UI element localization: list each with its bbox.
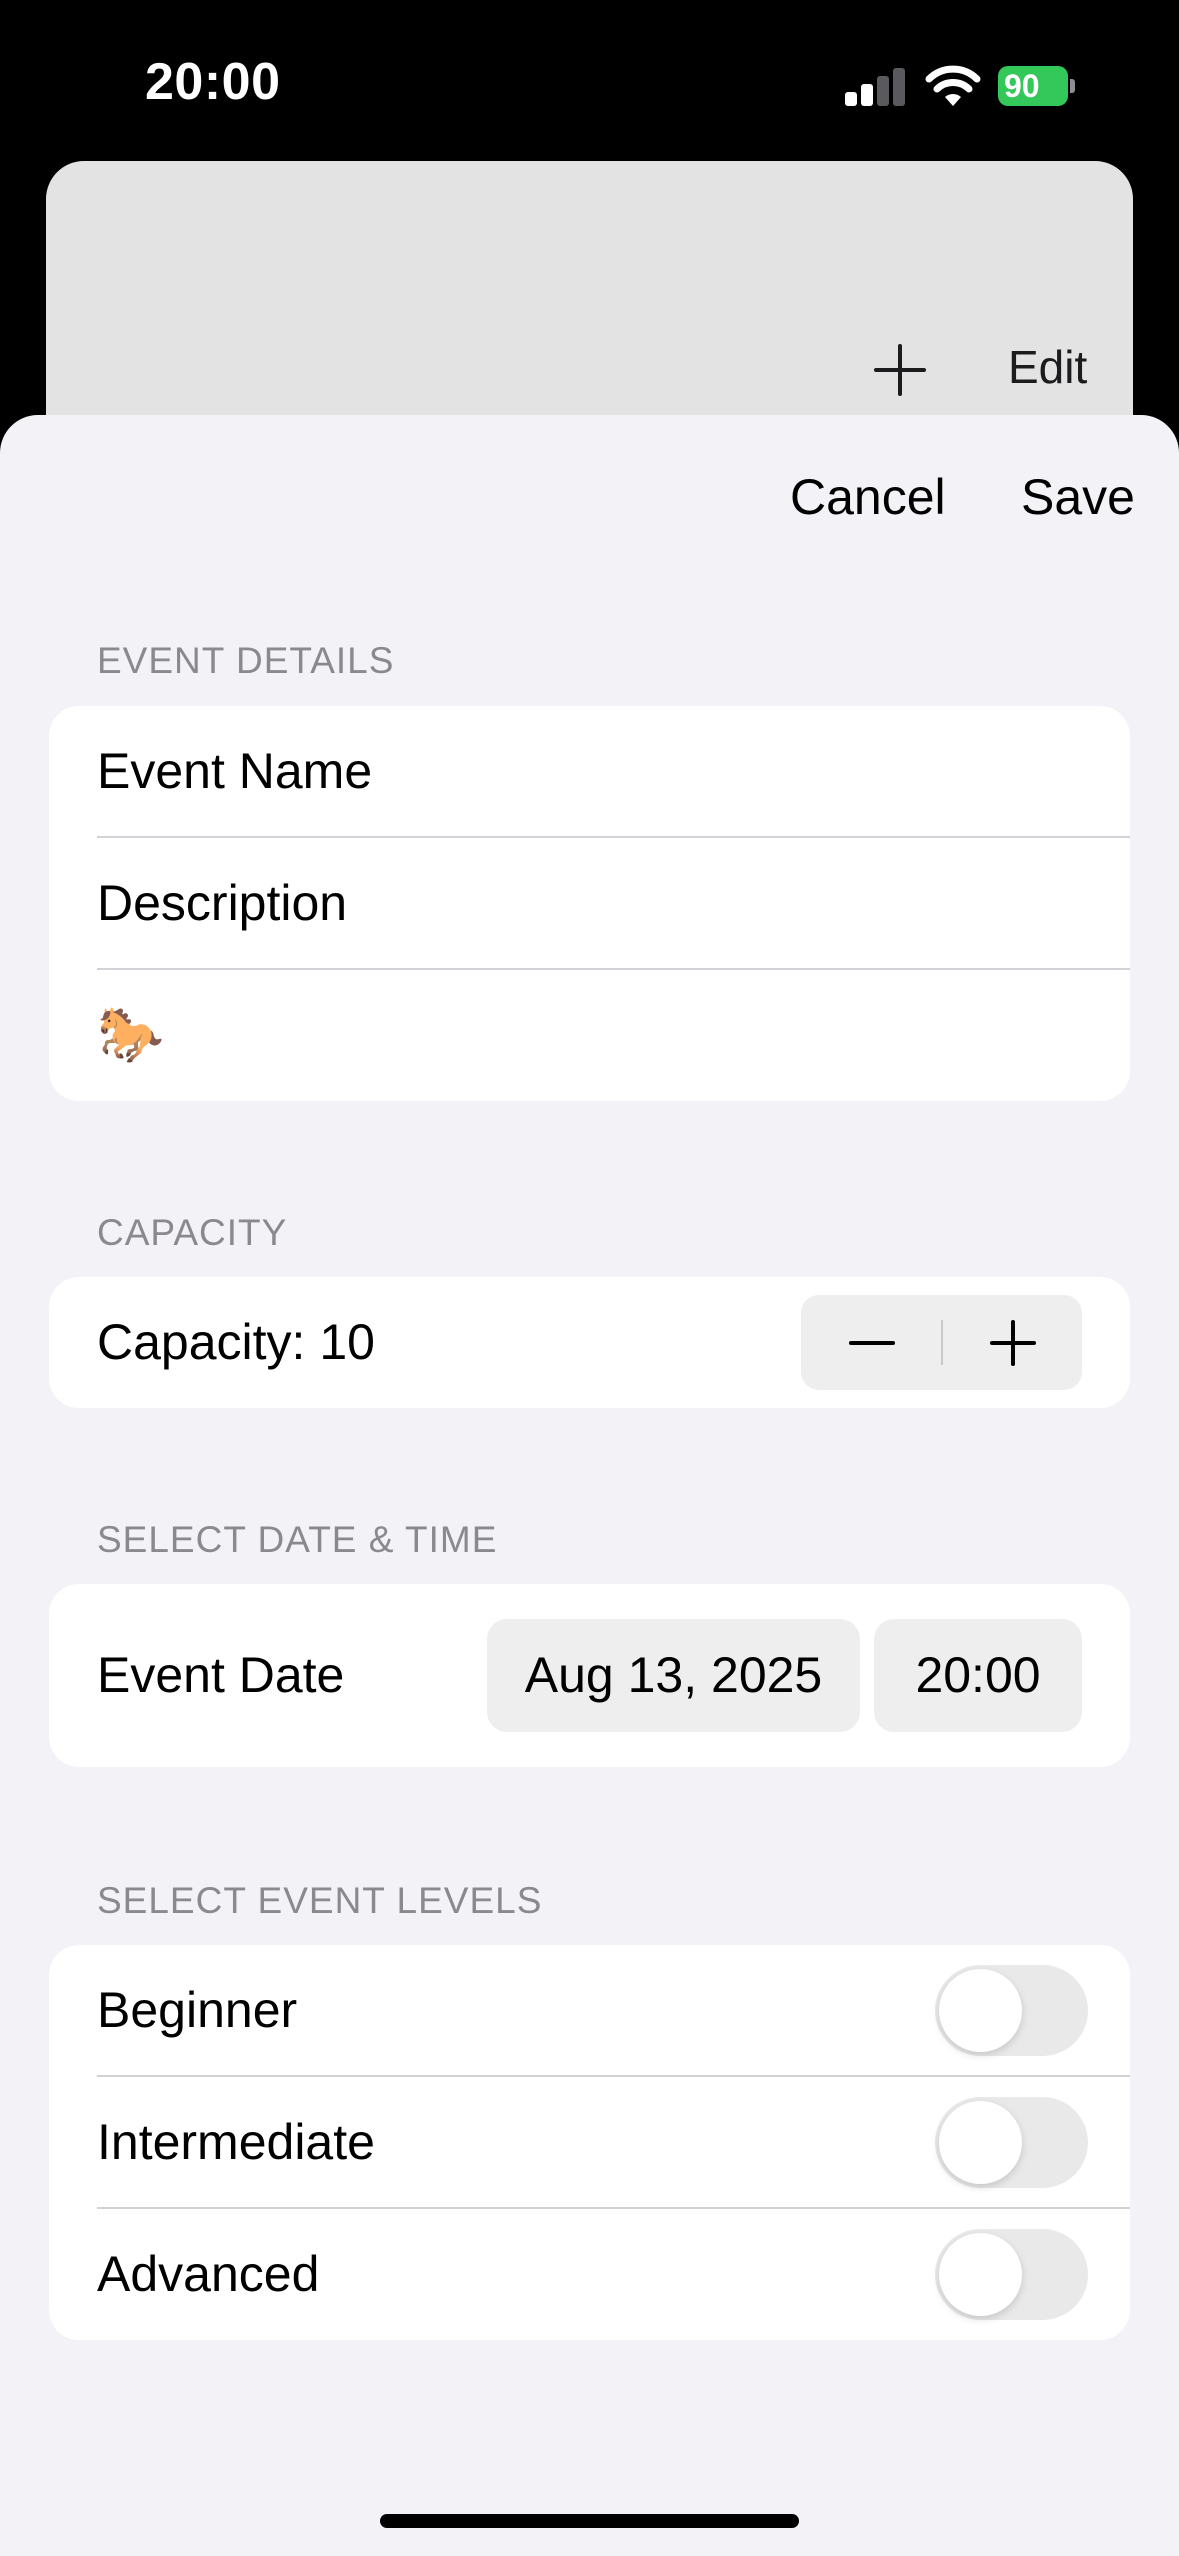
increment-button[interactable] bbox=[942, 1295, 1082, 1390]
beginner-toggle[interactable] bbox=[935, 1965, 1088, 2056]
level-row-advanced: Advanced bbox=[49, 2209, 1130, 2340]
description-placeholder: Description bbox=[97, 875, 348, 931]
intermediate-toggle[interactable] bbox=[935, 2097, 1088, 2188]
home-indicator[interactable] bbox=[380, 2514, 799, 2528]
battery-level: 90 bbox=[1004, 68, 1040, 104]
battery-icon: 90 bbox=[998, 66, 1075, 106]
plus-icon[interactable] bbox=[870, 340, 930, 400]
status-time: 20:00 bbox=[145, 53, 281, 111]
capacity-stepper[interactable] bbox=[801, 1295, 1082, 1390]
save-button[interactable]: Save bbox=[1021, 468, 1135, 526]
level-label: Advanced bbox=[97, 2246, 320, 2302]
section-header-event-details: EVENT DETAILS bbox=[97, 640, 395, 681]
event-name-field[interactable]: Event Name bbox=[49, 706, 1130, 837]
event-details-group: Event Name Description 🐎 bbox=[49, 706, 1130, 1101]
event-levels-group: Beginner Intermediate Advanced bbox=[49, 1945, 1130, 2340]
status-bar: 20:00 90 bbox=[0, 0, 1179, 160]
section-header-event-levels: SELECT EVENT LEVELS bbox=[97, 1880, 543, 1921]
level-row-intermediate: Intermediate bbox=[49, 2077, 1130, 2208]
level-label: Intermediate bbox=[97, 2114, 375, 2170]
capacity-label: Capacity: 10 bbox=[97, 1314, 375, 1370]
date-picker-button[interactable]: Aug 13, 2025 bbox=[487, 1619, 860, 1732]
time-picker-button[interactable]: 20:00 bbox=[874, 1619, 1082, 1732]
minus-icon bbox=[849, 1341, 895, 1345]
emoji-picker-row[interactable]: 🐎 bbox=[49, 970, 1130, 1101]
wifi-icon bbox=[925, 65, 981, 106]
capacity-group: Capacity: 10 bbox=[49, 1277, 1130, 1408]
section-header-date-time: SELECT DATE & TIME bbox=[97, 1519, 498, 1560]
decrement-button[interactable] bbox=[801, 1295, 941, 1390]
plus-icon bbox=[990, 1320, 1036, 1366]
date-time-group: Event Date Aug 13, 2025 20:00 bbox=[49, 1584, 1130, 1767]
cellular-signal-icon bbox=[845, 66, 905, 106]
capacity-row: Capacity: 10 bbox=[49, 1277, 1130, 1408]
horse-emoji: 🐎 bbox=[97, 1005, 165, 1065]
section-header-capacity: CAPACITY bbox=[97, 1212, 288, 1253]
cancel-button[interactable]: Cancel bbox=[790, 468, 946, 526]
event-name-placeholder: Event Name bbox=[97, 743, 373, 799]
level-row-beginner: Beginner bbox=[49, 1945, 1130, 2076]
edit-button[interactable]: Edit bbox=[1008, 340, 1087, 394]
advanced-toggle[interactable] bbox=[935, 2229, 1088, 2320]
description-field[interactable]: Description bbox=[49, 838, 1130, 969]
event-date-label: Event Date bbox=[97, 1647, 345, 1703]
level-label: Beginner bbox=[97, 1982, 298, 2038]
